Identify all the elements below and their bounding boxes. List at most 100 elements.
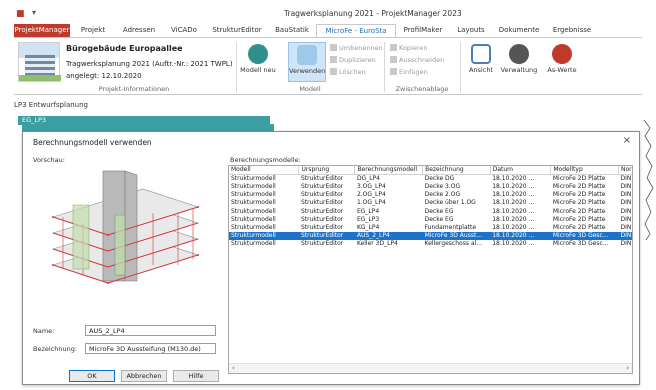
table-cell: 18.10.2020 ...	[492, 191, 535, 199]
tab-baustatik[interactable]: BauStatik	[268, 24, 316, 38]
table-row[interactable]: Strukturmodell StrukturEditor DG_LP4 Decke …	[229, 175, 632, 184]
table-row[interactable]: Strukturmodell StrukturEditor EG_LP4 Decke …	[229, 207, 633, 216]
tab-vicado[interactable]: ViCADo	[162, 24, 206, 38]
building-3d-preview-image	[52, 170, 199, 284]
manage-button[interactable]: Verwaltung	[498, 42, 540, 82]
tree-phase-header[interactable]: LP3 Entwurfsplanung	[14, 101, 88, 109]
delete-button[interactable]: Löschen	[330, 68, 366, 76]
ribbon-separator	[384, 42, 385, 92]
table-row[interactable]: Strukturmodell StrukturEditor AUS_2_LP4 Mic…	[229, 232, 632, 241]
view-layout-icon	[471, 44, 491, 64]
table-row[interactable]: Strukturmodell StrukturEditor EG_LP3 Decke …	[229, 215, 633, 224]
column-header[interactable]: Modell	[229, 166, 300, 175]
tab-microfe-eurosta[interactable]: MicroFe - EuroSta	[316, 24, 396, 38]
app-icon[interactable]: ■	[16, 9, 25, 19]
description-field[interactable]: MicroFe 3D Aussteifung (M130.de)	[85, 343, 216, 354]
table-cell: StrukturEditor	[298, 232, 355, 241]
close-icon[interactable]: ×	[623, 135, 631, 146]
view-label: Ansicht	[468, 66, 493, 74]
table-cell: 1.OG_LP4	[356, 199, 386, 207]
table-cell: Decke EG	[424, 215, 454, 223]
tab-struktureditor[interactable]: StrukturEditor	[206, 24, 268, 38]
model-new-button[interactable]: Modell neu	[240, 42, 276, 82]
title-bar: ■ ▾ Tragwerksplanung 2021 - ProjektManag…	[14, 6, 642, 22]
description-label: Bezeichnung:	[33, 345, 78, 353]
table-cell: MicroFe 2D Platte	[552, 199, 606, 207]
table-cell: 3.OG_LP4	[356, 183, 386, 191]
project-created-date: angelegt: 12.10.2020	[66, 72, 142, 80]
dialog-title: Berechnungsmodell verwenden	[33, 138, 152, 147]
table-cell: Decke über 1.OG	[424, 199, 476, 207]
table-cell: DIN EN 199x Eur...	[620, 215, 633, 223]
table-row[interactable]: Strukturmodell StrukturEditor 1.OG_LP4 Deck…	[229, 199, 632, 207]
as-values-label: As-Werte	[547, 66, 577, 74]
group-label-clipboard: Zwischenablage	[395, 85, 449, 93]
column-header[interactable]: Datum	[490, 166, 552, 175]
tab-layouts[interactable]: Layouts	[450, 24, 492, 38]
cut-icon	[390, 56, 397, 63]
tab-adressen[interactable]: Adressen	[116, 24, 162, 38]
table-cell: MicroFe 2D Platte	[552, 191, 606, 199]
table-row[interactable]: Strukturmodell StrukturEditor KG_LP4 Fundam…	[229, 224, 632, 232]
column-header[interactable]: Ursprung	[298, 166, 356, 175]
ribbon-separator	[236, 42, 237, 92]
table-cell: Strukturmodell	[231, 199, 276, 207]
duplicate-button[interactable]: Duplizieren	[330, 56, 376, 64]
table-cell: MicroFe 2D Platte	[552, 183, 606, 191]
table-cell: DIN EN 199x Eur...	[620, 183, 633, 191]
table-cell: Strukturmodell	[231, 215, 276, 223]
table-cell: DIN EN 199x Eur...	[620, 240, 633, 248]
project-image	[18, 42, 61, 82]
column-header[interactable]: Bezeichnung	[422, 166, 491, 175]
tab-profilmaker[interactable]: ProfilMaker	[396, 24, 450, 38]
ribbon-tabs: ProjektManager Projekt Adressen ViCADo S…	[14, 24, 642, 38]
table-cell: MicroFe 3D Gesc...	[550, 232, 619, 241]
quick-access-dropdown-icon[interactable]: ▾	[32, 8, 36, 17]
use-model-icon	[297, 45, 317, 65]
table-cell: Decke 2.OG	[424, 191, 461, 199]
horizontal-scrollbar[interactable]: ‹ ›	[229, 363, 632, 373]
use-model-button[interactable]: Verwenden	[288, 42, 326, 82]
ok-button[interactable]: OK	[69, 370, 115, 382]
cut-button[interactable]: Ausschneiden	[390, 56, 444, 64]
copy-button[interactable]: Kopieren	[390, 44, 428, 52]
table-cell: 18.10.2020 ...	[492, 215, 535, 223]
view-button[interactable]: Ansicht	[466, 42, 496, 82]
tab-projekt[interactable]: Projekt	[70, 24, 116, 38]
table-cell: Decke DG	[424, 175, 455, 182]
models-label: Berechnungsmodelle:	[230, 156, 301, 164]
rename-button[interactable]: Umbenennen	[330, 44, 383, 52]
name-field[interactable]: AUS_2_LP4	[85, 325, 216, 336]
as-values-button[interactable]: As-Werte	[542, 42, 582, 82]
tab-projektmanager[interactable]: ProjektManager	[14, 24, 70, 38]
duplicate-icon	[330, 56, 337, 63]
table-cell: DIN EN 199x Eur...	[620, 207, 633, 215]
table-row[interactable]: Strukturmodell StrukturEditor 2.OG_LP4 Deck…	[229, 191, 632, 199]
paste-button[interactable]: Einfügen	[390, 68, 428, 76]
tab-dokumente[interactable]: Dokumente	[492, 24, 546, 38]
help-button[interactable]: Hilfe	[173, 370, 219, 382]
preview-label: Vorschau:	[33, 156, 65, 164]
table-cell: 18.10.2020 ...	[492, 224, 535, 232]
table-cell: MicroFe 2D Platte	[552, 175, 606, 182]
tab-ergebnisse[interactable]: Ergebnisse	[546, 24, 598, 38]
table-cell: StrukturEditor	[300, 183, 344, 191]
column-header[interactable]: Modelltyp	[550, 166, 619, 175]
table-cell: DIN EN 199x Eur...	[618, 232, 632, 241]
torn-edge-decoration	[643, 120, 654, 240]
scroll-right-icon[interactable]: ›	[626, 364, 629, 372]
table-cell: StrukturEditor	[300, 215, 344, 223]
table-cell: StrukturEditor	[300, 207, 344, 215]
cancel-button[interactable]: Abbrechen	[121, 370, 167, 382]
table-row[interactable]: Strukturmodell StrukturEditor Keller 3D_LP…	[229, 240, 633, 248]
table-row[interactable]: Strukturmodell StrukturEditor 3.OG_LP4 Deck…	[229, 183, 633, 191]
manage-label: Verwaltung	[500, 66, 538, 74]
table-cell: Strukturmodell	[229, 232, 299, 241]
ribbon-separator	[460, 42, 461, 92]
column-header[interactable]: Norm	[618, 166, 632, 175]
scroll-left-icon[interactable]: ‹	[232, 364, 235, 372]
table-cell: MicroFe 2D Platte	[552, 215, 606, 223]
model-new-label: Modell neu	[240, 66, 276, 74]
table-cell: Keller 3D_LP4	[356, 240, 398, 248]
column-header[interactable]: Berechnungsmodell	[354, 166, 424, 175]
